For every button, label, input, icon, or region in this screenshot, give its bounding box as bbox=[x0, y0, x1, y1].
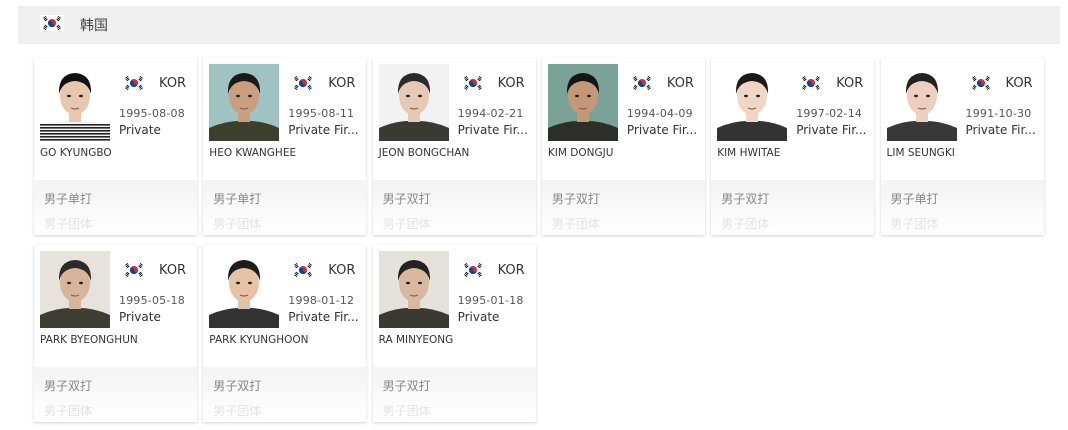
military-rank: Private Fir... bbox=[626, 123, 698, 137]
military-rank: Private Fir... bbox=[965, 123, 1036, 137]
birth-date: 1994-04-09 bbox=[626, 107, 693, 120]
event-label: 男子双打 bbox=[44, 379, 93, 393]
event-label-secondary: 男子团体 bbox=[890, 217, 939, 231]
event-label: 男子双打 bbox=[382, 192, 431, 206]
player-name[interactable]: HEO KWANGHEE bbox=[209, 147, 296, 159]
south-korea-flag-icon bbox=[629, 74, 654, 96]
south-korea-flag-icon bbox=[40, 14, 64, 36]
player-card[interactable]: KOR 1997-02-14 Private Fir... KIM HWITAE… bbox=[711, 58, 875, 235]
event-label-secondary: 男子团体 bbox=[213, 217, 262, 231]
military-rank: Private Fir... bbox=[457, 123, 528, 137]
country-code: KOR bbox=[328, 263, 356, 278]
south-korea-flag-icon bbox=[460, 74, 485, 96]
player-card[interactable]: KOR 1994-04-09 Private Fir... KIM DONGJU… bbox=[541, 58, 705, 235]
player-photo bbox=[40, 251, 110, 328]
player-photo bbox=[40, 64, 110, 141]
military-rank: Private Fir... bbox=[796, 123, 867, 137]
player-photo bbox=[886, 64, 957, 141]
country-title: 韩国 bbox=[80, 18, 108, 34]
country-code: KOR bbox=[328, 76, 356, 91]
player-photo bbox=[547, 64, 618, 141]
country-code: KOR bbox=[497, 76, 525, 91]
country-header: 韩国 bbox=[18, 6, 1060, 44]
country-code: KOR bbox=[159, 76, 187, 91]
player-photo bbox=[209, 251, 280, 328]
player-name[interactable]: PARK BYEONGHUN bbox=[40, 334, 138, 346]
south-korea-flag-icon bbox=[799, 74, 824, 96]
birth-date: 1995-05-18 bbox=[119, 294, 185, 307]
player-card[interactable]: KOR 1995-05-18 Private PARK BYEONGHUN 男子… bbox=[34, 245, 197, 422]
event-label-secondary: 男子团体 bbox=[213, 404, 262, 418]
event-label: 男子双打 bbox=[721, 192, 770, 206]
player-photo bbox=[378, 64, 449, 141]
event-label-secondary: 男子团体 bbox=[551, 217, 600, 231]
player-card[interactable]: KOR 1991-10-30 Private Fir... LIM SEUNGK… bbox=[880, 58, 1044, 235]
event-label: 男子单打 bbox=[890, 192, 939, 206]
south-korea-flag-icon bbox=[122, 261, 146, 283]
event-label-secondary: 男子团体 bbox=[44, 404, 93, 418]
birth-date: 1995-08-08 bbox=[119, 107, 185, 120]
event-label-secondary: 男子团体 bbox=[382, 404, 431, 418]
event-label-secondary: 男子团体 bbox=[44, 217, 93, 231]
event-label-secondary: 男子团体 bbox=[382, 217, 431, 231]
south-korea-flag-icon bbox=[291, 261, 316, 283]
south-korea-flag-icon bbox=[460, 261, 485, 283]
player-card[interactable]: KOR 1995-08-11 Private Fir... HEO KWANGH… bbox=[203, 58, 367, 235]
event-label-secondary: 男子团体 bbox=[721, 217, 770, 231]
country-code: KOR bbox=[1005, 76, 1033, 91]
country-code: KOR bbox=[836, 76, 864, 91]
military-rank: Private Fir... bbox=[288, 123, 359, 137]
player-name[interactable]: LIM SEUNGKI bbox=[887, 147, 955, 159]
player-photo bbox=[209, 64, 280, 141]
military-rank: Private bbox=[119, 123, 161, 137]
country-code: KOR bbox=[159, 263, 187, 278]
military-rank: Private bbox=[457, 310, 500, 324]
event-label: 男子双打 bbox=[551, 192, 600, 206]
country-code: KOR bbox=[497, 263, 525, 278]
player-name[interactable]: KIM HWITAE bbox=[717, 147, 780, 159]
player-card[interactable]: KOR 1995-01-18 Private RA MINYEONG 男子双打 … bbox=[372, 245, 536, 422]
player-photo bbox=[378, 251, 449, 328]
birth-date: 1994-02-21 bbox=[457, 107, 524, 120]
birth-date: 1995-08-11 bbox=[288, 107, 355, 120]
birth-date: 1997-02-14 bbox=[796, 107, 863, 120]
birth-date: 1998-01-12 bbox=[288, 294, 355, 307]
player-name[interactable]: PARK KYUNGHOON bbox=[209, 334, 308, 346]
player-card[interactable]: KOR 1994-02-21 Private Fir... JEON BONGC… bbox=[372, 58, 536, 235]
event-label: 男子单打 bbox=[44, 192, 93, 206]
player-name[interactable]: RA MINYEONG bbox=[379, 334, 454, 346]
player-name[interactable]: GO KYUNGBO bbox=[40, 147, 112, 159]
event-label: 男子双打 bbox=[213, 379, 262, 393]
event-label: 男子双打 bbox=[382, 379, 431, 393]
player-card[interactable]: KOR 1995-08-08 Private GO KYUNGBO 男子单打 男… bbox=[34, 58, 197, 235]
military-rank: Private bbox=[119, 310, 161, 324]
birth-date: 1991-10-30 bbox=[965, 107, 1032, 120]
player-name[interactable]: JEON BONGCHAN bbox=[379, 147, 470, 159]
country-code: KOR bbox=[666, 76, 694, 91]
player-photo bbox=[717, 64, 788, 141]
military-rank: Private Fir... bbox=[288, 310, 359, 324]
event-label: 男子单打 bbox=[213, 192, 262, 206]
birth-date: 1995-01-18 bbox=[457, 294, 524, 307]
player-card[interactable]: KOR 1998-01-12 Private Fir... PARK KYUNG… bbox=[203, 245, 367, 422]
player-name[interactable]: KIM DONGJU bbox=[548, 147, 614, 159]
south-korea-flag-icon bbox=[291, 74, 316, 96]
south-korea-flag-icon bbox=[122, 74, 146, 96]
south-korea-flag-icon bbox=[968, 74, 993, 96]
